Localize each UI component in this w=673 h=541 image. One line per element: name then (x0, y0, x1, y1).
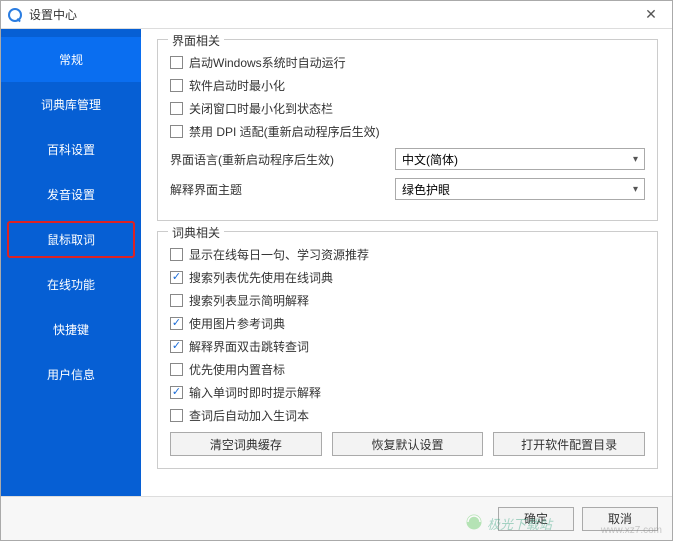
chk-start-min-label: 软件启动时最小化 (189, 77, 285, 94)
settings-window: 设置中心 ✕ 常规 词典库管理 百科设置 发音设置 鼠标取词 在线功能 快捷键 … (0, 0, 673, 541)
chk-close-tray-label: 关闭窗口时最小化到状态栏 (189, 100, 333, 117)
dict-button-row: 清空词典缓存 恢复默认设置 打开软件配置目录 (170, 432, 645, 456)
chk-start-min[interactable] (170, 79, 183, 92)
content: 界面相关 启动Windows系统时自动运行 软件启动时最小化 关闭窗口时最小化到… (141, 29, 672, 496)
group-dict: 词典相关 显示在线每日一句、学习资源推荐 搜索列表优先使用在线词典 搜索列表显示… (157, 231, 658, 469)
close-icon[interactable]: ✕ (636, 6, 666, 23)
sidebar-item-encyclopedia[interactable]: 百科设置 (1, 127, 141, 172)
chk-online-first[interactable] (170, 271, 183, 284)
footer: 极光下载站 www.xz7.com 确定 取消 (1, 496, 672, 540)
chk-autoadd[interactable] (170, 409, 183, 422)
chk-instant[interactable] (170, 386, 183, 399)
theme-select[interactable]: 绿色护眼 (395, 178, 645, 200)
lang-select[interactable]: 中文(简体) (395, 148, 645, 170)
chk-disable-dpi-label: 禁用 DPI 适配(重新启动程序后生效) (189, 123, 380, 140)
group-dict-title: 词典相关 (168, 224, 224, 241)
sidebar-item-mouse-lookup[interactable]: 鼠标取词 (1, 217, 141, 262)
chk-close-tray[interactable] (170, 102, 183, 115)
ok-button[interactable]: 确定 (498, 507, 574, 531)
sidebar-item-pronunciation[interactable]: 发音设置 (1, 172, 141, 217)
sidebar-item-dict-lib[interactable]: 词典库管理 (1, 82, 141, 127)
app-icon (7, 7, 23, 23)
watermark-icon (465, 513, 483, 534)
chk-dblclick[interactable] (170, 340, 183, 353)
group-ui: 界面相关 启动Windows系统时自动运行 软件启动时最小化 关闭窗口时最小化到… (157, 39, 658, 221)
clear-cache-button[interactable]: 清空词典缓存 (170, 432, 322, 456)
sidebar-item-user[interactable]: 用户信息 (1, 352, 141, 397)
chk-autorun-label: 启动Windows系统时自动运行 (189, 54, 346, 71)
sidebar: 常规 词典库管理 百科设置 发音设置 鼠标取词 在线功能 快捷键 用户信息 (1, 29, 141, 496)
group-ui-title: 界面相关 (168, 32, 224, 49)
chk-brief[interactable] (170, 294, 183, 307)
open-config-dir-button[interactable]: 打开软件配置目录 (493, 432, 645, 456)
cancel-button[interactable]: 取消 (582, 507, 658, 531)
chk-phonetic[interactable] (170, 363, 183, 376)
window-title: 设置中心 (29, 6, 636, 23)
titlebar: 设置中心 ✕ (1, 1, 672, 29)
sidebar-item-shortcuts[interactable]: 快捷键 (1, 307, 141, 352)
chk-disable-dpi[interactable] (170, 125, 183, 138)
restore-defaults-button[interactable]: 恢复默认设置 (332, 432, 484, 456)
sidebar-item-general[interactable]: 常规 (1, 37, 141, 82)
chk-image-dict[interactable] (170, 317, 183, 330)
body: 常规 词典库管理 百科设置 发音设置 鼠标取词 在线功能 快捷键 用户信息 界面… (1, 29, 672, 496)
theme-label: 解释界面主题 (170, 181, 395, 198)
chk-daily[interactable] (170, 248, 183, 261)
sidebar-item-online[interactable]: 在线功能 (1, 262, 141, 307)
lang-label: 界面语言(重新启动程序后生效) (170, 151, 395, 168)
chk-autorun[interactable] (170, 56, 183, 69)
